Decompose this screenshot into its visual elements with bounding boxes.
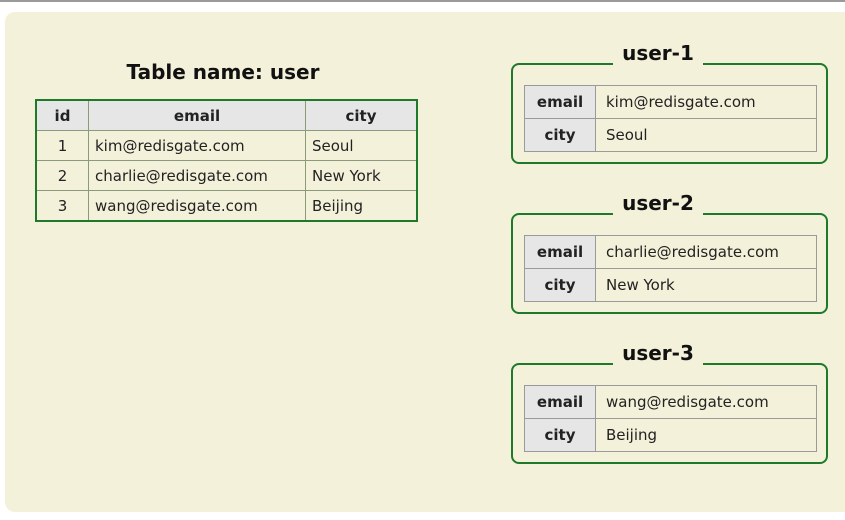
hash-key-label: user-1	[613, 37, 703, 71]
field-name: email	[524, 385, 596, 419]
table-row: 3 wang@redisgate.com Beijing	[35, 190, 418, 222]
field-value: Beijing	[595, 418, 817, 452]
field-name: city	[524, 268, 596, 302]
cell-city: New York	[305, 160, 418, 191]
hash-fields: email kim@redisgate.com city Seoul	[524, 85, 817, 152]
hash-key-label: user-2	[613, 187, 703, 221]
hash-user-3: user-3 email wang@redisgate.com city Bei…	[511, 337, 828, 464]
cell-id: 2	[35, 160, 89, 191]
hash-field-row: city Seoul	[524, 118, 817, 152]
hash-field-row: city Beijing	[524, 418, 817, 452]
header-city: city	[305, 99, 418, 131]
cell-id: 1	[35, 130, 89, 161]
table-row: 1 kim@redisgate.com Seoul	[35, 130, 418, 161]
table-title: Table name: user	[126, 60, 320, 84]
field-name: email	[524, 235, 596, 269]
hash-user-1: user-1 email kim@redisgate.com city Seou…	[511, 37, 828, 164]
header-id: id	[35, 99, 89, 131]
hash-fields: email charlie@redisgate.com city New Yor…	[524, 235, 817, 302]
cell-city: Seoul	[305, 130, 418, 161]
hash-fields: email wang@redisgate.com city Beijing	[524, 385, 817, 452]
hash-user-2: user-2 email charlie@redisgate.com city …	[511, 187, 828, 314]
hash-field-row: email wang@redisgate.com	[524, 385, 817, 419]
hash-field-row: email charlie@redisgate.com	[524, 235, 817, 269]
table-header-row: id email city	[35, 99, 418, 131]
field-name: city	[524, 418, 596, 452]
user-table: id email city 1 kim@redisgate.com Seoul …	[35, 99, 418, 222]
top-divider	[0, 0, 845, 2]
cell-city: Beijing	[305, 190, 418, 222]
field-value: kim@redisgate.com	[595, 85, 817, 119]
header-email: email	[88, 99, 306, 131]
table-row: 2 charlie@redisgate.com New York	[35, 160, 418, 191]
hash-field-row: city New York	[524, 268, 817, 302]
hash-key-label: user-3	[613, 337, 703, 371]
cell-email: kim@redisgate.com	[88, 130, 306, 161]
field-name: email	[524, 85, 596, 119]
field-value: New York	[595, 268, 817, 302]
field-value: wang@redisgate.com	[595, 385, 817, 419]
field-name: city	[524, 118, 596, 152]
cell-id: 3	[35, 190, 89, 222]
cell-email: wang@redisgate.com	[88, 190, 306, 222]
field-value: charlie@redisgate.com	[595, 235, 817, 269]
cell-email: charlie@redisgate.com	[88, 160, 306, 191]
hash-field-row: email kim@redisgate.com	[524, 85, 817, 119]
field-value: Seoul	[595, 118, 817, 152]
